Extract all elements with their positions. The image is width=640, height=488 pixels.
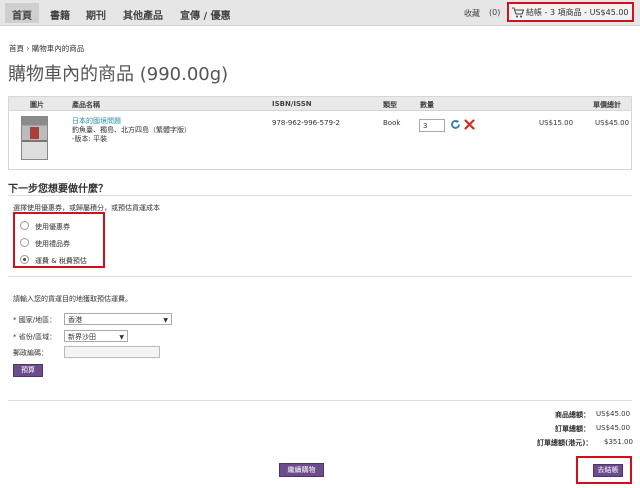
subtotal-value: US$45.00: [596, 410, 631, 418]
breadcrumb[interactable]: 首頁 › 購物車內的商品: [9, 43, 84, 54]
checkout-highlight: 去結帳: [576, 456, 632, 484]
nav-item-home[interactable]: 首頁: [5, 3, 39, 23]
quantity-input[interactable]: [419, 119, 445, 132]
divider: [8, 195, 632, 196]
country-select[interactable]: 香港 ▼: [64, 313, 172, 325]
cart-table: 圖片 產品名稱 ISBN/ISSN 類型 數量 單價 總計 日本的國境問題 釣魚…: [8, 96, 632, 170]
order-total-value: US$45.00: [596, 424, 631, 432]
nav-item-promotions[interactable]: 宣傳 / 優惠: [180, 7, 231, 22]
gift-voucher-radio[interactable]: [20, 238, 29, 247]
divider: [8, 276, 632, 277]
product-edition: -版本: 平裝: [72, 135, 108, 143]
favorites-count: (0): [489, 8, 501, 17]
region-selected-value: 新界沙田: [68, 333, 96, 341]
table-header-row: 圖片 產品名稱 ISBN/ISSN 類型 數量 單價 總計: [9, 97, 631, 111]
header-product-name: 產品名稱: [72, 101, 100, 109]
continue-shopping-button[interactable]: 繼續購物: [279, 463, 324, 477]
nav-item-journals[interactable]: 期刊: [86, 7, 106, 22]
remove-icon[interactable]: [464, 119, 475, 130]
header-type: 類型: [383, 101, 397, 109]
shopping-cart-icon: [512, 7, 524, 18]
nav-item-books[interactable]: 書籍: [50, 7, 70, 22]
nav-item-other-products[interactable]: 其他產品: [123, 7, 163, 22]
country-selected-value: 香港: [68, 316, 82, 324]
refresh-icon[interactable]: [450, 119, 461, 130]
coupon-radio[interactable]: [20, 221, 29, 230]
top-navigation-bar: 首頁 書籍 期刊 其他產品 宣傳 / 優惠 收藏 (0) 結帳 - 3 項商品 …: [0, 0, 640, 26]
page-title: 購物車內的商品 (990.00g): [8, 64, 229, 85]
coupon-option-label[interactable]: 使用優惠券: [35, 222, 70, 232]
country-label: * 國家/地區：: [13, 316, 57, 324]
shipping-estimate-option-label[interactable]: 運費 & 稅費預估: [35, 256, 87, 266]
checkout-button[interactable]: 去結帳: [593, 464, 623, 477]
product-type: Book: [383, 119, 401, 127]
postcode-input[interactable]: [64, 346, 160, 358]
gift-voucher-option-label[interactable]: 使用禮品券: [35, 239, 70, 249]
order-total-hkd-label: 訂單總額(港元)：: [537, 439, 593, 447]
postcode-label: 郵政編碼：: [13, 349, 48, 357]
product-total: US$45.00: [595, 119, 630, 127]
shipping-estimate-radio[interactable]: [20, 255, 29, 264]
chevron-down-icon: ▼: [163, 317, 168, 324]
next-step-options: 使用優惠券 使用禮品券 運費 & 稅費預估: [13, 212, 105, 268]
header-unit-price: 單價: [593, 101, 607, 109]
order-total-hkd-value: $351.00: [604, 438, 633, 446]
book-cover-image[interactable]: [21, 116, 48, 160]
divider: [8, 400, 632, 401]
header-isbn: ISBN/ISSN: [272, 100, 312, 108]
header-total: 總計: [607, 101, 621, 109]
region-select[interactable]: 新界沙田 ▼: [64, 330, 128, 342]
cart-summary-text: 結帳 - 3 項商品 - US$45.00: [526, 8, 629, 17]
header-quantity: 數量: [420, 101, 434, 109]
estimate-button[interactable]: 預算: [13, 364, 43, 377]
product-unit-price: US$15.00: [539, 119, 574, 127]
chevron-down-icon: ▼: [119, 334, 124, 341]
order-total-label: 訂單總額：: [555, 425, 590, 433]
cart-summary-link[interactable]: 結帳 - 3 項商品 - US$45.00: [507, 2, 634, 22]
region-label: * 省份/區域：: [13, 333, 57, 341]
subtotal-label: 商品總額：: [555, 411, 590, 419]
favorites-link[interactable]: 收藏: [464, 8, 480, 19]
shipping-description: 請輸入您的貨運目的地獲取預估運費。: [13, 295, 132, 303]
header-image: 圖片: [30, 101, 44, 109]
next-step-heading: 下一步您想要做什麼？: [8, 184, 108, 195]
product-isbn: 978-962-996-579-2: [272, 119, 341, 127]
